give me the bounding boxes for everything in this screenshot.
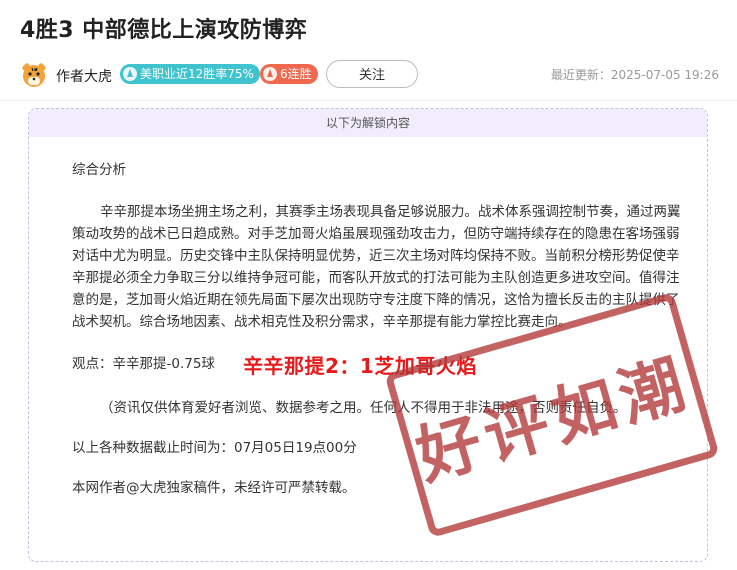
data-cutoff-text: 以上各种数据截止时间为：07月05日19点00分 [72,440,357,456]
unlocked-content-panel: 以下为解锁内容 综合分析 辛辛那提本场坐拥主场之利，其赛季主场表现具备足够说服力… [28,108,708,562]
copyright-text: 本网作者@大虎独家稿件，未经许可严禁转载。 [72,480,356,496]
trend-up-icon [123,67,137,81]
win-rate-badge: 美职业近12胜率75% [120,64,260,84]
tiger-avatar-icon[interactable] [20,61,48,89]
section-title: 综合分析 [72,162,126,178]
article-body: 综合分析 辛辛那提本场坐拥主场之利，其赛季主场表现具备足够说服力。战术体系强调控… [72,159,689,499]
win-rate-label: 美职业近12胜率75% [140,67,254,81]
trend-up-icon [263,67,277,81]
disclaimer-text: （资讯仅供体育爱好者浏览、数据参考之用。任何人不得用于非法用途，否则责任自负。 [100,400,627,416]
author-row: 作者大虎 美职业近12胜率75% 6连胜 关注 最近更新：2025-07-05 … [20,60,719,90]
last-updated: 最近更新：2025-07-05 19:26 [550,68,719,82]
unlocked-header: 以下为解锁内容 [29,109,707,137]
analysis-paragraph: 辛辛那提本场坐拥主场之利，其赛季主场表现具备足够说服力。战术体系强调控制节奏，通… [72,204,681,330]
follow-button[interactable]: 关注 [326,60,418,88]
streak-badge: 6连胜 [260,64,318,84]
divider [0,100,737,101]
score-prediction: 辛辛那提2：1芝加哥火焰 [243,354,477,378]
streak-label: 6连胜 [280,67,312,81]
author-name[interactable]: 作者大虎 [56,66,112,86]
page-title: 4胜3 中部德比上演攻防博弈 [20,18,308,43]
